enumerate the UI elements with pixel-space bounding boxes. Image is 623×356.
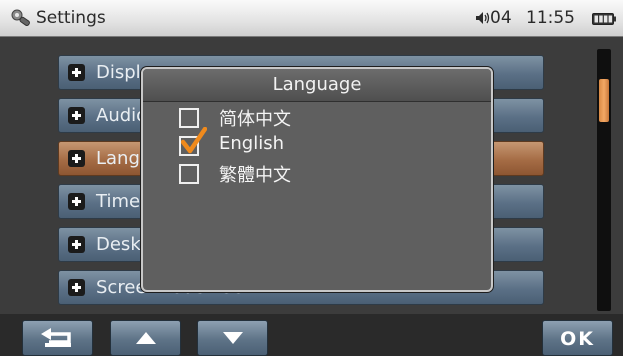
menu-item-label: Audio — [96, 105, 148, 126]
ok-button[interactable]: OK — [542, 320, 613, 356]
back-arrow-icon — [40, 328, 71, 347]
plus-icon — [68, 150, 85, 167]
plus-icon — [68, 236, 85, 253]
scrollbar[interactable] — [597, 49, 611, 311]
clock: 11:55 — [526, 8, 575, 28]
settings-wrench-icon — [11, 9, 30, 27]
arrow-up-icon — [135, 332, 156, 344]
option-label: English — [219, 133, 284, 154]
arrow-down-icon — [222, 332, 243, 344]
dialog-title: Language — [272, 74, 362, 95]
checkbox[interactable] — [179, 164, 199, 184]
scroll-thumb[interactable] — [599, 79, 609, 122]
dialog-header: Language — [143, 69, 491, 102]
checkbox[interactable] — [179, 108, 199, 128]
language-option-traditional-chinese[interactable]: 繁體中文 — [179, 161, 379, 187]
plus-icon — [68, 64, 85, 81]
plus-icon — [68, 193, 85, 210]
option-label: 简体中文 — [219, 109, 291, 130]
language-option-simplified-chinese[interactable]: 简体中文 — [179, 105, 379, 131]
back-button[interactable] — [22, 320, 93, 356]
plus-icon — [68, 107, 85, 124]
checkmark-icon — [181, 127, 207, 154]
up-button[interactable] — [110, 320, 181, 356]
plus-icon — [68, 279, 85, 296]
language-dialog: Language 简体中文 English 繁體中文 — [141, 67, 493, 292]
menu-item-label: Time — [96, 191, 141, 212]
window-title: Settings — [36, 8, 106, 28]
status-bar: Settings 04 11:55 — [0, 0, 623, 37]
bottom-toolbar: OK — [0, 314, 623, 356]
language-option-english[interactable]: English — [179, 127, 379, 159]
down-button[interactable] — [197, 320, 268, 356]
ok-label: OK — [560, 328, 595, 350]
volume-level: 04 — [490, 8, 512, 28]
option-label: 繁體中文 — [219, 165, 291, 186]
speaker-icon — [476, 12, 490, 24]
battery-icon — [592, 13, 616, 25]
